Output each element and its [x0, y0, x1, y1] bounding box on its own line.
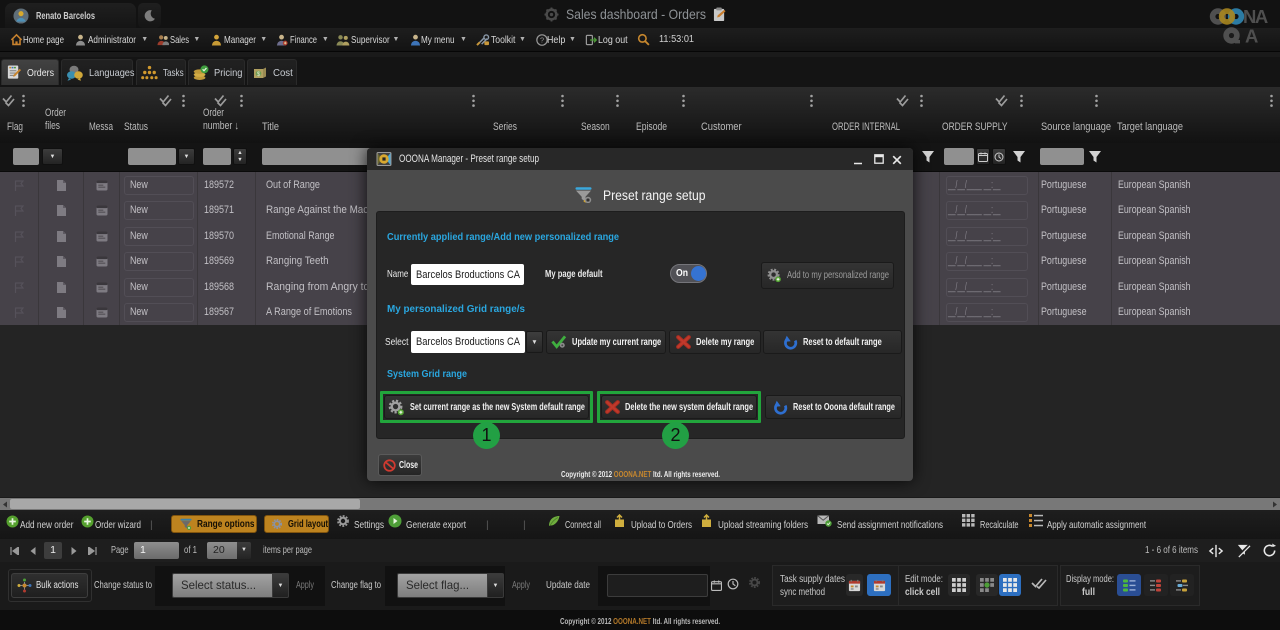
svg-text:NA: NA: [1243, 6, 1268, 27]
svg-text:?: ?: [540, 35, 544, 44]
svg-text:A: A: [1245, 25, 1258, 46]
